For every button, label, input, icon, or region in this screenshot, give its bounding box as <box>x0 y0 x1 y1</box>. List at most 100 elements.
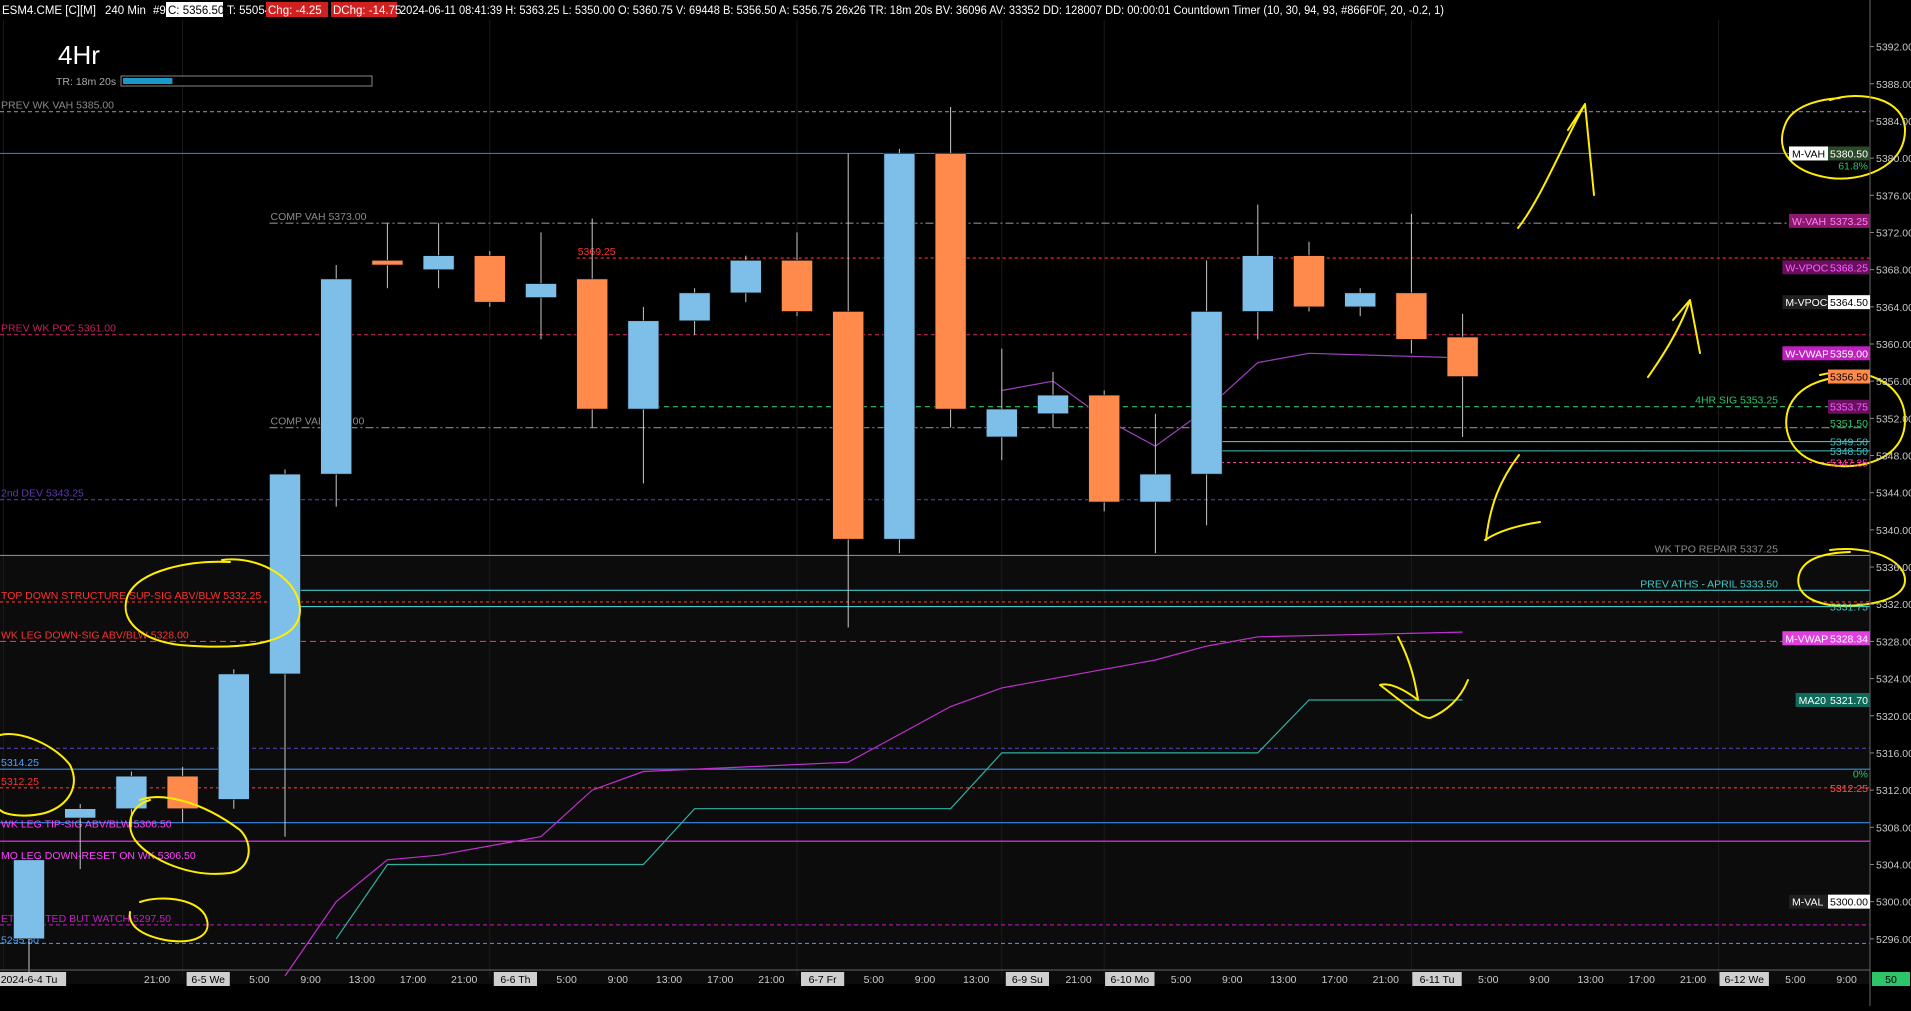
candle-body <box>678 292 711 322</box>
candle-body <box>1395 292 1428 340</box>
price-tick-label: 5372.00 <box>1876 227 1911 239</box>
price-tick-label: 5356.00 <box>1876 376 1911 388</box>
level-value: 5373.25 <box>1830 216 1868 228</box>
level-tag: W-VAH <box>1792 216 1826 228</box>
level-label: 5314.25 <box>1 757 39 769</box>
timer-label: TR: 18m 20s <box>56 76 116 88</box>
level-value: 5356.50 <box>1830 372 1868 384</box>
price-tick-label: 5336.00 <box>1876 562 1911 574</box>
timeframe-label: 4Hr <box>58 40 100 70</box>
price-tick-label: 5328.00 <box>1876 636 1911 648</box>
time-tick-label: 13:00 <box>963 974 989 986</box>
candle-body <box>473 255 506 303</box>
level-value: 5331.75 <box>1830 602 1868 614</box>
candle-body <box>883 153 916 540</box>
level-value: 5300.00 <box>1830 897 1868 909</box>
level-value: 5347.25 <box>1830 458 1868 470</box>
level-tag: M-VAL <box>1792 897 1823 909</box>
time-tick-label: 9:00 <box>608 974 629 986</box>
time-tick-label: 6-11 Tu <box>1420 974 1455 986</box>
time-tick-label: 6-7 Fr <box>809 974 838 986</box>
header-bar-no: #9 <box>153 5 166 17</box>
level-value: 5348.50 <box>1830 446 1868 458</box>
header-symbol: ESM4.CME [C][M] <box>2 5 96 17</box>
time-tick-label: 21:00 <box>1065 974 1091 986</box>
candle-body <box>525 283 557 298</box>
price-tick-label: 5380.00 <box>1876 153 1911 165</box>
time-tick-label: 17:00 <box>1629 974 1655 986</box>
level-tag: W-VPOC <box>1785 262 1828 274</box>
candle-body <box>13 859 45 940</box>
price-tick-label: 5324.00 <box>1876 674 1911 686</box>
price-tick-label: 5340.00 <box>1876 525 1911 537</box>
level-label: PREV WK POC 5361.00 <box>1 323 116 335</box>
level-tag: W-VWAP <box>1785 348 1829 360</box>
time-tick-label: 21:00 <box>144 974 170 986</box>
candle <box>218 669 250 809</box>
level-value: 5364.50 <box>1830 297 1868 309</box>
price-tick-label: 5384.00 <box>1876 116 1911 128</box>
candle-body <box>1190 311 1223 475</box>
level-label: 5312.25 <box>1 776 39 788</box>
level-label: 2nd DEV 5343.25 <box>1 488 84 500</box>
time-tick-label: 9:00 <box>1222 974 1243 986</box>
time-tick-label: 17:00 <box>1321 974 1347 986</box>
time-tick-label: 5:00 <box>1171 974 1192 986</box>
price-tick-label: 5364.00 <box>1876 302 1911 314</box>
candle-body <box>832 311 865 540</box>
price-tick-label: 5360.00 <box>1876 339 1911 351</box>
time-tick-label: 13:00 <box>1270 974 1296 986</box>
time-tick-label: 5:00 <box>864 974 885 986</box>
price-tick-label: 5352.00 <box>1876 413 1911 425</box>
candle-body <box>781 260 813 312</box>
candle-body <box>729 260 762 294</box>
timer-progress-fill <box>123 78 173 84</box>
level-label: WK LEG DOWN-SIG ABV/BLW 5328.00 <box>1 629 189 641</box>
level-tag: MA20 <box>1799 695 1827 707</box>
level-value: 5353.75 <box>1830 402 1868 414</box>
price-tick-label: 5348.00 <box>1876 451 1911 463</box>
level-tag: M-VWAP <box>1785 633 1828 645</box>
time-tick-label: 9:00 <box>1529 974 1550 986</box>
candle-body <box>934 153 967 410</box>
price-chart[interactable]: PREV WK VAH 5385.00 COMP VAH 5373.00 5369.… <box>0 0 1911 1006</box>
level-label: WK LEG TIP-SIG ABV/BLW 5306.50 <box>1 818 172 830</box>
price-tick-label: 5368.00 <box>1876 265 1911 277</box>
candle <box>1088 390 1120 512</box>
time-tick-label: 17:00 <box>400 974 426 986</box>
candle <box>320 265 353 507</box>
price-tick-label: 5304.00 <box>1876 859 1911 871</box>
time-tick-label: 6-10 Mo <box>1111 974 1150 986</box>
chart-window[interactable]: PREV WK VAH 5385.00 COMP VAH 5373.00 5369.… <box>0 0 1911 1006</box>
level-label: PREV ATHS - APRIL 5333.50 <box>1640 578 1778 590</box>
price-tick-label: 5316.00 <box>1876 748 1911 760</box>
price-tick-label: 5300.00 <box>1876 897 1911 909</box>
price-tick-label: 5344.00 <box>1876 488 1911 500</box>
candle-body <box>627 320 660 410</box>
time-tick-label: 13:00 <box>656 974 682 986</box>
header-chg: Chg: -4.25 <box>268 5 322 17</box>
time-tick-label: 17:00 <box>707 974 733 986</box>
level-value: 5351.50 <box>1830 418 1868 430</box>
level-value: 5312.25 <box>1830 783 1868 795</box>
candle <box>473 251 506 307</box>
candle-body <box>1446 336 1479 377</box>
candle <box>934 107 967 428</box>
time-tick-label: 6-12 We <box>1724 974 1764 986</box>
candle-body <box>371 260 404 266</box>
time-tick-label: 13:00 <box>349 974 375 986</box>
time-tick-label: 9:00 <box>915 974 936 986</box>
candle-body <box>64 808 96 819</box>
time-tick-label: 6-5 We <box>191 974 225 986</box>
time-tick-label: 21:00 <box>758 974 784 986</box>
level-value: 5368.25 <box>1830 262 1868 274</box>
time-tick-label: 21:00 <box>1680 974 1706 986</box>
candle-body <box>422 255 455 270</box>
header-info: 2024-06-11 08:41:39 H: 5363.25 L: 5350.0… <box>400 5 1444 17</box>
price-tick-label: 5392.00 <box>1876 42 1911 54</box>
candle-body <box>1139 473 1172 503</box>
candle-body <box>985 408 1018 438</box>
price-tick-label: 5320.00 <box>1876 711 1911 723</box>
level-value: 5321.70 <box>1830 695 1868 707</box>
time-tick-label: 2024-6-4 Tu <box>1 974 58 986</box>
